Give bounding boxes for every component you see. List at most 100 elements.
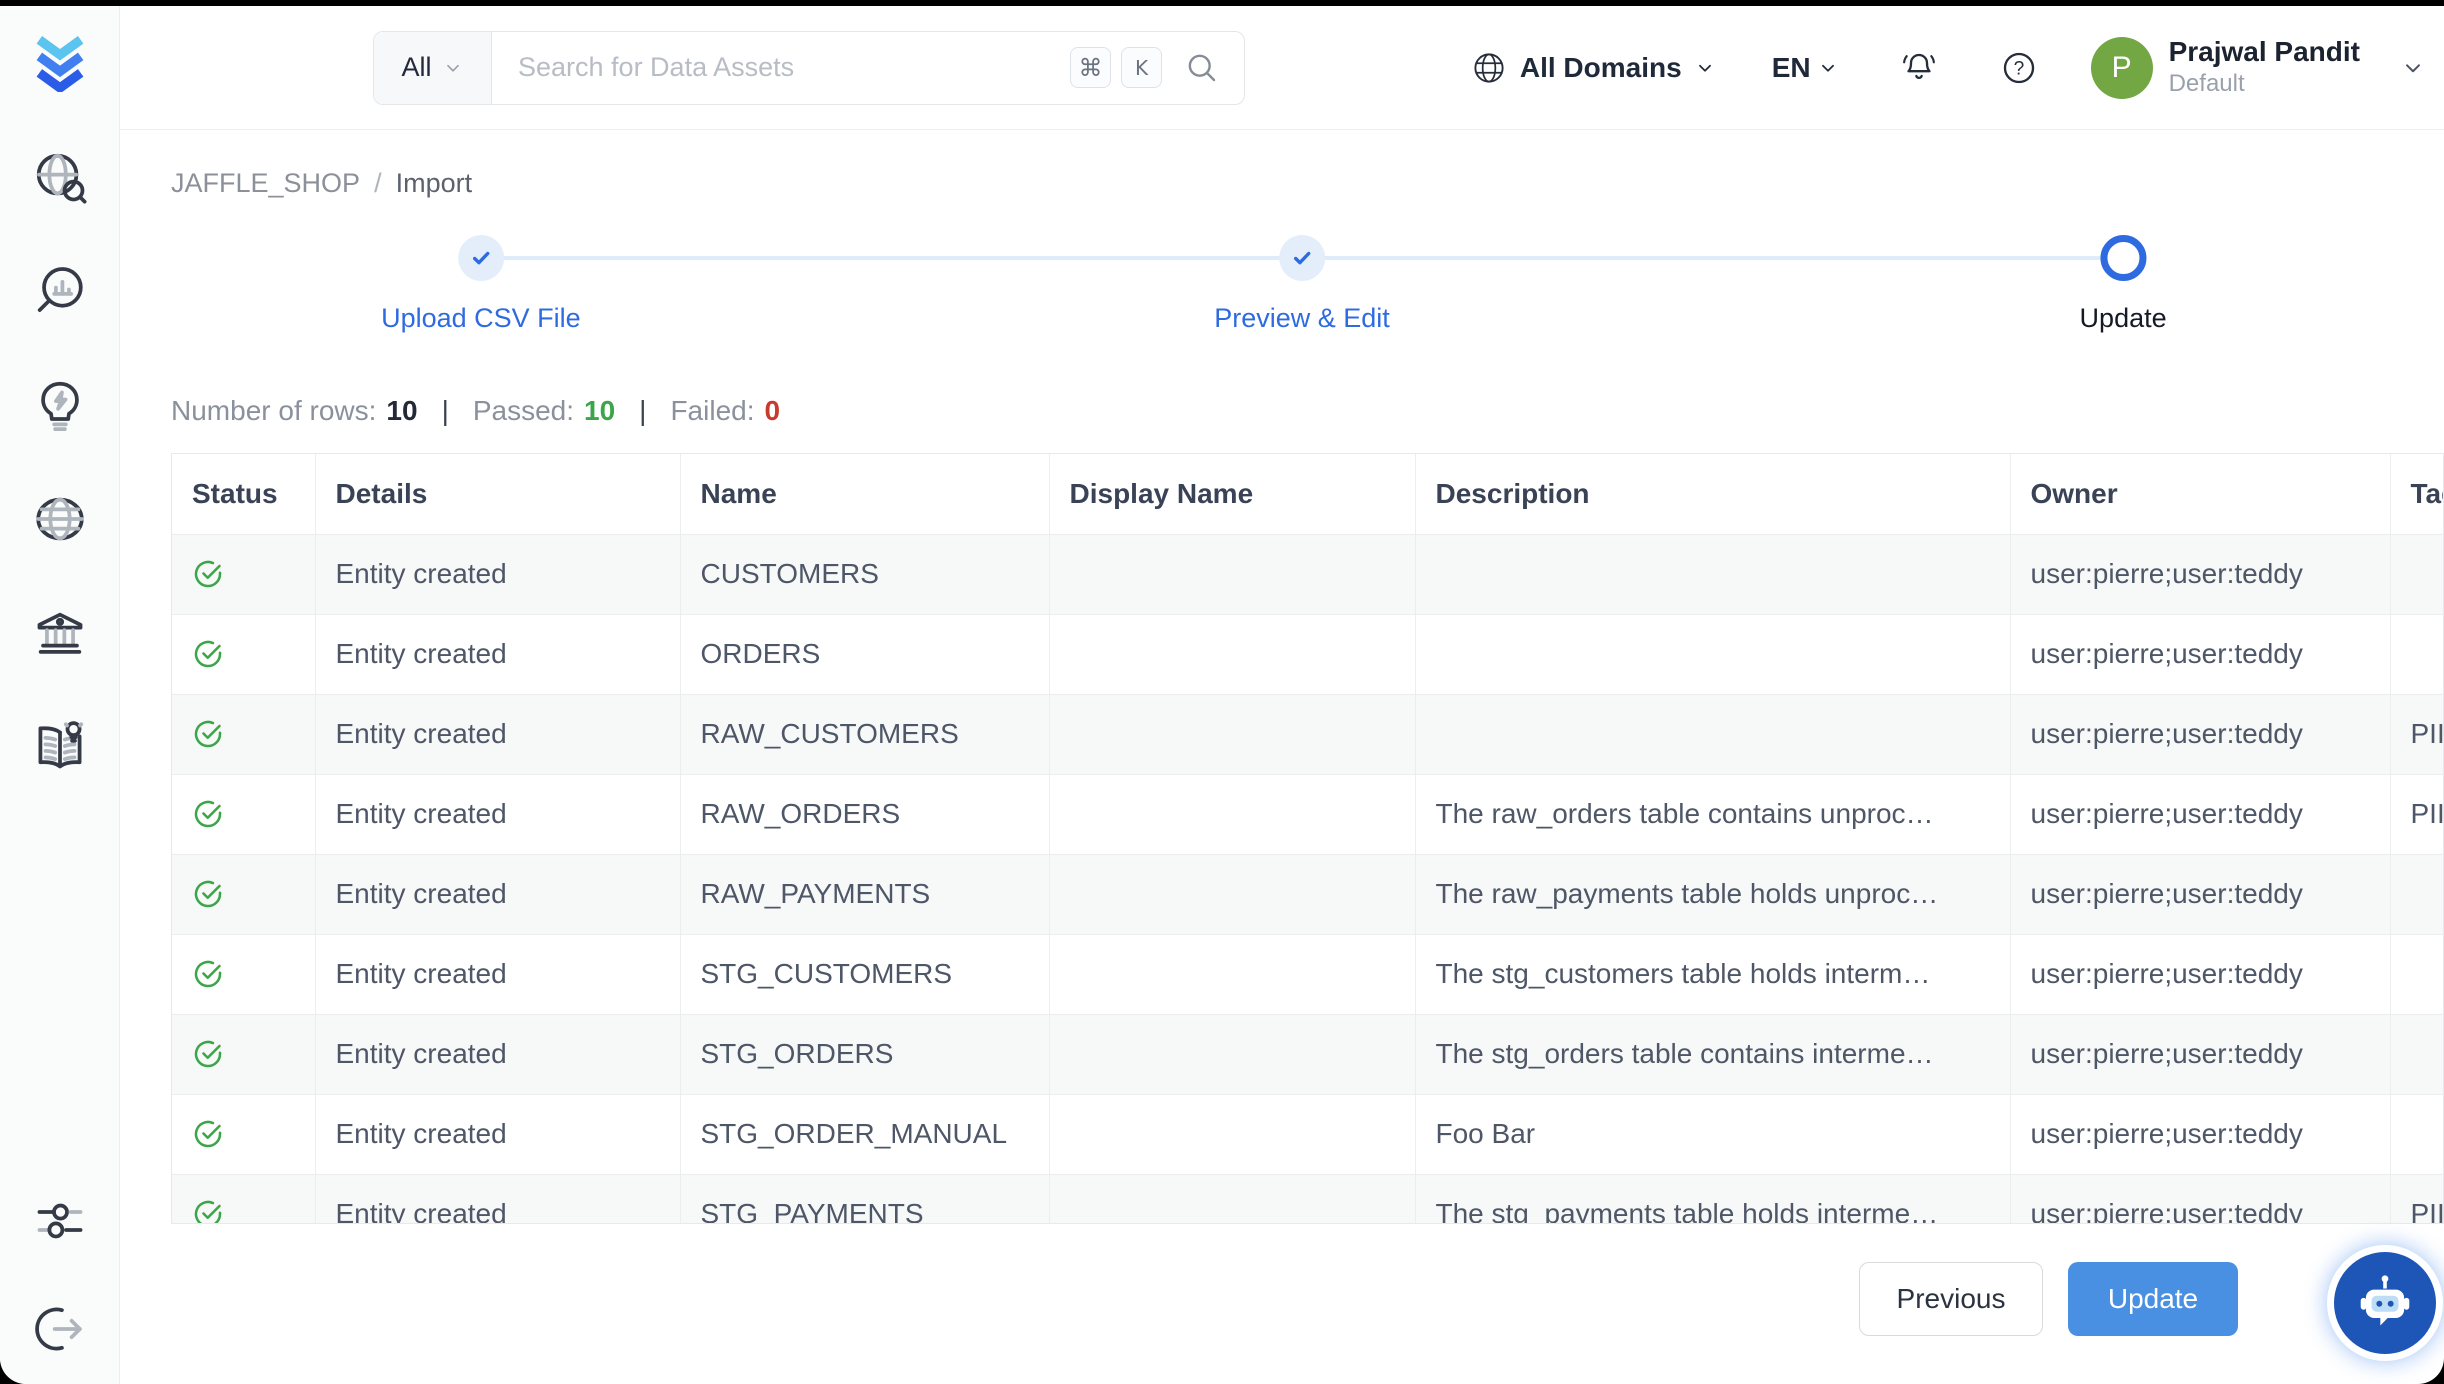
name-cell: STG_PAYMENTS bbox=[680, 1174, 1049, 1224]
breadcrumb-parent[interactable]: JAFFLE_SHOP bbox=[171, 168, 360, 199]
sidebar-bottom bbox=[31, 1192, 89, 1358]
details-cell: Entity created bbox=[315, 854, 680, 934]
table-row: Entity created RAW_CUSTOMERS user:pierre… bbox=[172, 694, 2444, 774]
display-name-cell bbox=[1049, 534, 1415, 614]
status-cell bbox=[172, 854, 315, 934]
column-header-description: Description bbox=[1415, 454, 2010, 534]
success-check-icon bbox=[192, 958, 224, 990]
search-scope-dropdown[interactable]: All bbox=[374, 32, 492, 104]
owner-cell: user:pierre;user:teddy bbox=[2010, 1094, 2390, 1174]
user-name: Prajwal Pandit bbox=[2169, 36, 2360, 68]
logout-icon[interactable] bbox=[31, 1300, 89, 1358]
help-button[interactable]: ? bbox=[1999, 48, 2039, 88]
details-cell: Entity created bbox=[315, 934, 680, 1014]
owner-cell: user:pierre;user:teddy bbox=[2010, 534, 2390, 614]
step-done-check-icon bbox=[1279, 235, 1325, 281]
table-body: Entity created CUSTOMERS user:pierre;use… bbox=[172, 534, 2444, 1224]
name-cell: STG_CUSTOMERS bbox=[680, 934, 1049, 1014]
details-cell: Entity created bbox=[315, 774, 680, 854]
global-search: All ⌘ K bbox=[373, 31, 1245, 105]
step-preview-edit[interactable]: Preview & Edit bbox=[1214, 235, 1390, 334]
tags-cell bbox=[2390, 1094, 2444, 1174]
chevron-down-icon bbox=[2400, 55, 2426, 81]
topbar-right: All Domains EN bbox=[1470, 36, 2444, 98]
search-icon[interactable] bbox=[1184, 50, 1220, 86]
name-cell: STG_ORDERS bbox=[680, 1014, 1049, 1094]
user-menu[interactable]: P Prajwal Pandit Default bbox=[2091, 36, 2426, 98]
content-area: JAFFLE_SHOP / Import Upload CSV File Pre… bbox=[120, 130, 2444, 1384]
details-cell: Entity created bbox=[315, 694, 680, 774]
insights-magnifier-chart-icon[interactable] bbox=[31, 262, 89, 320]
name-cell: RAW_ORDERS bbox=[680, 774, 1049, 854]
failed-label: Failed: bbox=[670, 395, 754, 427]
details-cell: Entity created bbox=[315, 1174, 680, 1224]
status-cell bbox=[172, 614, 315, 694]
table-row: Entity created STG_PAYMENTS The stg_paym… bbox=[172, 1174, 2444, 1224]
display-name-cell bbox=[1049, 614, 1415, 694]
success-check-icon bbox=[192, 1038, 224, 1070]
discover-globe-search-icon[interactable] bbox=[31, 148, 89, 206]
status-cell bbox=[172, 934, 315, 1014]
owner-cell: user:pierre;user:teddy bbox=[2010, 854, 2390, 934]
tags-cell bbox=[2390, 614, 2444, 694]
user-tenant: Default bbox=[2169, 69, 2360, 99]
governance-bank-icon[interactable] bbox=[31, 604, 89, 662]
success-check-icon bbox=[192, 1118, 224, 1150]
main-area: All ⌘ K All Domains bbox=[120, 6, 2444, 1384]
import-stepper: Upload CSV File Preview & Edit Update bbox=[171, 235, 2433, 377]
status-cell bbox=[172, 1174, 315, 1224]
table-row: Entity created RAW_PAYMENTS The raw_paym… bbox=[172, 854, 2444, 934]
chatbot-button[interactable] bbox=[2334, 1252, 2436, 1354]
import-stats: Number of rows: 10 | Passed: 10 | Failed… bbox=[171, 395, 2444, 427]
notifications-button[interactable] bbox=[1899, 48, 1939, 88]
passed-label: Passed: bbox=[473, 395, 574, 427]
lightbulb-bolt-icon[interactable] bbox=[31, 376, 89, 434]
tags-cell bbox=[2390, 854, 2444, 934]
step-update[interactable]: Update bbox=[2080, 235, 2167, 334]
table-header-row: Status Details Name Display Name Descrip… bbox=[172, 454, 2444, 534]
robot-chatbot-icon bbox=[2354, 1272, 2416, 1334]
app-window: All ⌘ K All Domains bbox=[0, 6, 2444, 1384]
k-key-badge: K bbox=[1121, 47, 1162, 88]
status-cell bbox=[172, 1014, 315, 1094]
globe-icon[interactable] bbox=[31, 490, 89, 548]
preferences-sliders-icon[interactable] bbox=[31, 1192, 89, 1250]
tags-cell: PII bbox=[2390, 694, 2444, 774]
details-cell: Entity created bbox=[315, 534, 680, 614]
avatar: P bbox=[2091, 37, 2153, 99]
step-upload-csv[interactable]: Upload CSV File bbox=[381, 235, 581, 334]
name-cell: RAW_CUSTOMERS bbox=[680, 694, 1049, 774]
description-cell bbox=[1415, 694, 2010, 774]
search-input[interactable] bbox=[492, 52, 1070, 83]
atlan-logo[interactable] bbox=[29, 30, 91, 92]
previous-button[interactable]: Previous bbox=[1859, 1262, 2043, 1336]
display-name-cell bbox=[1049, 774, 1415, 854]
name-cell: RAW_PAYMENTS bbox=[680, 854, 1049, 934]
display-name-cell bbox=[1049, 1094, 1415, 1174]
tags-cell: PII bbox=[2390, 774, 2444, 854]
step-current-circle-icon bbox=[2100, 235, 2146, 281]
details-cell: Entity created bbox=[315, 614, 680, 694]
column-header-display-name: Display Name bbox=[1049, 454, 1415, 534]
description-cell: Foo Bar bbox=[1415, 1094, 2010, 1174]
description-cell: The stg_orders table contains interme… bbox=[1415, 1014, 2010, 1094]
language-dropdown[interactable]: EN bbox=[1772, 52, 1839, 84]
breadcrumb: JAFFLE_SHOP / Import bbox=[171, 168, 2444, 199]
rows-label: Number of rows: bbox=[171, 395, 376, 427]
tags-cell bbox=[2390, 1014, 2444, 1094]
step-done-check-icon bbox=[458, 235, 504, 281]
description-cell: The raw_payments table holds unproc… bbox=[1415, 854, 2010, 934]
glossary-book-icon[interactable] bbox=[31, 718, 89, 776]
display-name-cell bbox=[1049, 854, 1415, 934]
owner-cell: user:pierre;user:teddy bbox=[2010, 774, 2390, 854]
owner-cell: user:pierre;user:teddy bbox=[2010, 1174, 2390, 1224]
update-button[interactable]: Update bbox=[2068, 1262, 2238, 1336]
status-cell bbox=[172, 694, 315, 774]
language-label: EN bbox=[1772, 52, 1811, 84]
sidebar-nav bbox=[31, 148, 89, 776]
user-meta: Prajwal Pandit Default bbox=[2169, 36, 2360, 98]
name-cell: ORDERS bbox=[680, 614, 1049, 694]
bell-icon bbox=[1899, 48, 1939, 88]
domains-dropdown[interactable]: All Domains bbox=[1470, 49, 1716, 87]
step-label: Upload CSV File bbox=[381, 303, 581, 334]
